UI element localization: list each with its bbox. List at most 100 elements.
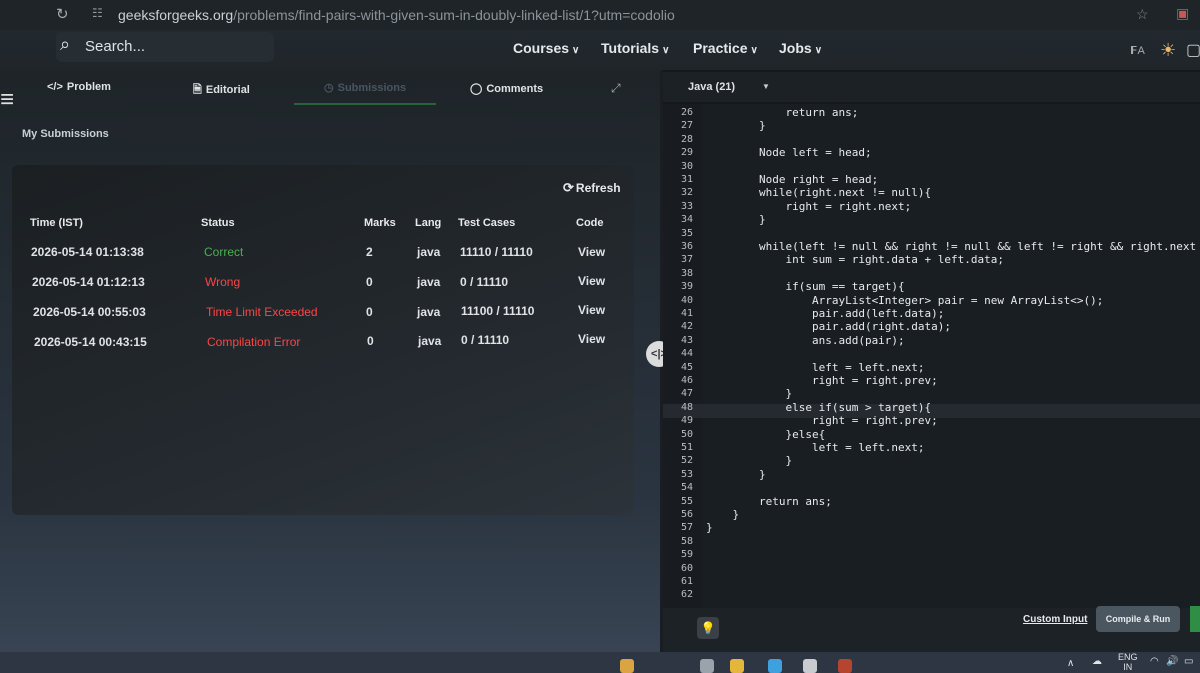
code-line[interactable]: ArrayList<Integer> pair = new ArrayList<… <box>706 294 1103 307</box>
column-header-status: Status <box>201 217 235 229</box>
code-line[interactable]: return ans; <box>706 106 858 119</box>
comment-icon: ◯ <box>470 83 483 95</box>
wifi-icon[interactable]: ◠ <box>1150 656 1159 667</box>
code-line[interactable]: } <box>706 508 739 521</box>
line-number: 39 <box>680 281 693 293</box>
cell-test-cases: 11110 / 11110 <box>460 245 533 259</box>
line-number: 26 <box>680 107 693 118</box>
nav-label: Practice <box>693 40 748 56</box>
custom-input-link[interactable]: Custom Input <box>1023 614 1087 625</box>
code-line[interactable]: ans.add(pair); <box>706 334 905 347</box>
tab-comments[interactable]: ◯ Comments <box>470 82 543 95</box>
code-line[interactable]: right = right.prev; <box>706 414 938 427</box>
line-number: 42 <box>680 321 693 333</box>
clock-icon: ◷ <box>324 82 334 94</box>
nav-practice[interactable]: Practice ∨ <box>693 40 758 56</box>
line-number: 30 <box>680 160 693 172</box>
code-line[interactable]: right = right.prev; <box>706 374 938 387</box>
edge-browser-icon[interactable] <box>768 659 782 673</box>
refresh-button[interactable]: ⟳ Refresh <box>563 180 621 196</box>
code-line[interactable]: int sum = right.data + left.data; <box>706 253 1004 266</box>
line-number: 32 <box>680 187 693 199</box>
view-code-link[interactable]: View <box>578 332 605 346</box>
reload-icon[interactable]: ↻ <box>56 5 69 23</box>
cell-marks: 2 <box>366 245 373 259</box>
code-line[interactable]: } <box>706 468 766 481</box>
theme-toggle-icon[interactable]: ☀ <box>1160 40 1176 61</box>
code-line[interactable]: left = left.next; <box>706 441 925 454</box>
tab-editorial[interactable]: 🗎 Editorial <box>193 81 250 100</box>
code-line[interactable]: return ans; <box>706 495 832 508</box>
tab-submissions[interactable]: ◷ Submissions <box>324 81 406 94</box>
code-line[interactable]: Node left = head; <box>706 146 872 159</box>
volume-icon[interactable]: 🔊 <box>1166 656 1178 667</box>
tab-problem[interactable]: </> Problem <box>47 81 111 93</box>
code-line[interactable]: pair.add(left.data); <box>706 307 944 320</box>
store-icon[interactable] <box>803 659 817 673</box>
column-header-code: Code <box>576 217 604 229</box>
translate-icon[interactable]: 𝗙A <box>1130 44 1145 57</box>
nav-label: Courses <box>513 40 570 56</box>
address-bar[interactable]: geeksforgeeks.org/problems/find-pairs-wi… <box>118 7 675 23</box>
refresh-label: Refresh <box>575 181 621 195</box>
line-number: 59 <box>680 549 693 561</box>
code-line[interactable]: }else{ <box>706 428 825 441</box>
site-info-icon[interactable]: ☷ <box>92 6 103 20</box>
chrome-browser-icon[interactable] <box>838 659 852 673</box>
bookmark-icon[interactable]: ☆ <box>1136 6 1149 23</box>
view-code-link[interactable]: View <box>578 274 605 288</box>
search-box[interactable]: ⌕ Search... <box>56 32 274 62</box>
code-line[interactable]: Node right = head; <box>706 173 878 186</box>
code-icon: </> <box>47 81 63 93</box>
code-line[interactable]: } <box>706 521 713 534</box>
line-number: 55 <box>680 495 693 507</box>
file-explorer-icon[interactable] <box>730 659 744 673</box>
task-view-icon[interactable] <box>700 659 714 673</box>
code-line[interactable]: while(left != null && right != null && l… <box>706 240 1200 253</box>
menu-icon[interactable]: ≡ <box>0 86 14 114</box>
code-line[interactable]: } <box>706 387 792 400</box>
notification-icon[interactable]: ▢ <box>1186 40 1200 60</box>
expand-icon[interactable]: ⤢ <box>611 81 621 96</box>
code-line[interactable]: } <box>706 454 792 467</box>
line-number: 29 <box>680 147 693 159</box>
caret-down-icon[interactable]: ▼ <box>762 82 770 91</box>
code-line[interactable]: } <box>706 213 766 226</box>
view-code-link[interactable]: View <box>578 303 605 317</box>
line-number: 60 <box>680 562 693 574</box>
code-line[interactable]: right = right.next; <box>706 200 911 213</box>
lang-region: IN <box>1123 662 1133 672</box>
url-path: /problems/find-pairs-with-given-sum-in-d… <box>233 7 675 23</box>
line-number: 61 <box>680 576 693 587</box>
battery-icon[interactable]: ▭ <box>1184 656 1193 667</box>
code-line[interactable]: if(sum == target){ <box>706 280 904 293</box>
code-line[interactable]: while(right.next != null){ <box>706 186 931 199</box>
code-line[interactable]: else if(sum > target){ <box>706 401 931 414</box>
cloud-icon[interactable]: ☁ <box>1092 656 1102 667</box>
nav-jobs[interactable]: Jobs ∨ <box>779 40 822 56</box>
cell-test-cases: 0 / 11110 <box>460 275 509 289</box>
document-icon: 🗎 <box>193 84 202 96</box>
cell-lang: java <box>417 305 441 319</box>
line-number: 49 <box>680 415 693 427</box>
code-line[interactable]: left = left.next; <box>706 361 925 374</box>
extension-icon[interactable]: ▣ <box>1176 5 1189 22</box>
view-code-link[interactable]: View <box>578 245 605 259</box>
cell-marks: 0 <box>366 305 373 319</box>
search-input[interactable]: Search... <box>85 38 145 55</box>
language-indicator[interactable]: ENG IN <box>1118 652 1138 672</box>
line-number: 52 <box>680 455 693 467</box>
code-line[interactable]: } <box>706 119 766 132</box>
language-select[interactable]: Java (21) <box>688 81 735 93</box>
search-app-icon[interactable] <box>620 659 634 673</box>
column-header-test-cases: Test Cases <box>458 217 516 229</box>
nav-tutorials[interactable]: Tutorials ∨ <box>601 40 669 56</box>
code-line[interactable]: pair.add(right.data); <box>706 320 951 333</box>
line-number: 28 <box>680 133 693 145</box>
nav-courses[interactable]: Courses ∨ <box>513 40 579 56</box>
line-number: 48 <box>680 401 693 413</box>
tray-chevron-up-icon[interactable]: ∧ <box>1067 658 1074 669</box>
hint-bulb-icon[interactable]: 💡 <box>697 617 719 639</box>
compile-run-button[interactable]: Compile & Run <box>1096 606 1180 632</box>
submit-button[interactable] <box>1190 606 1200 632</box>
